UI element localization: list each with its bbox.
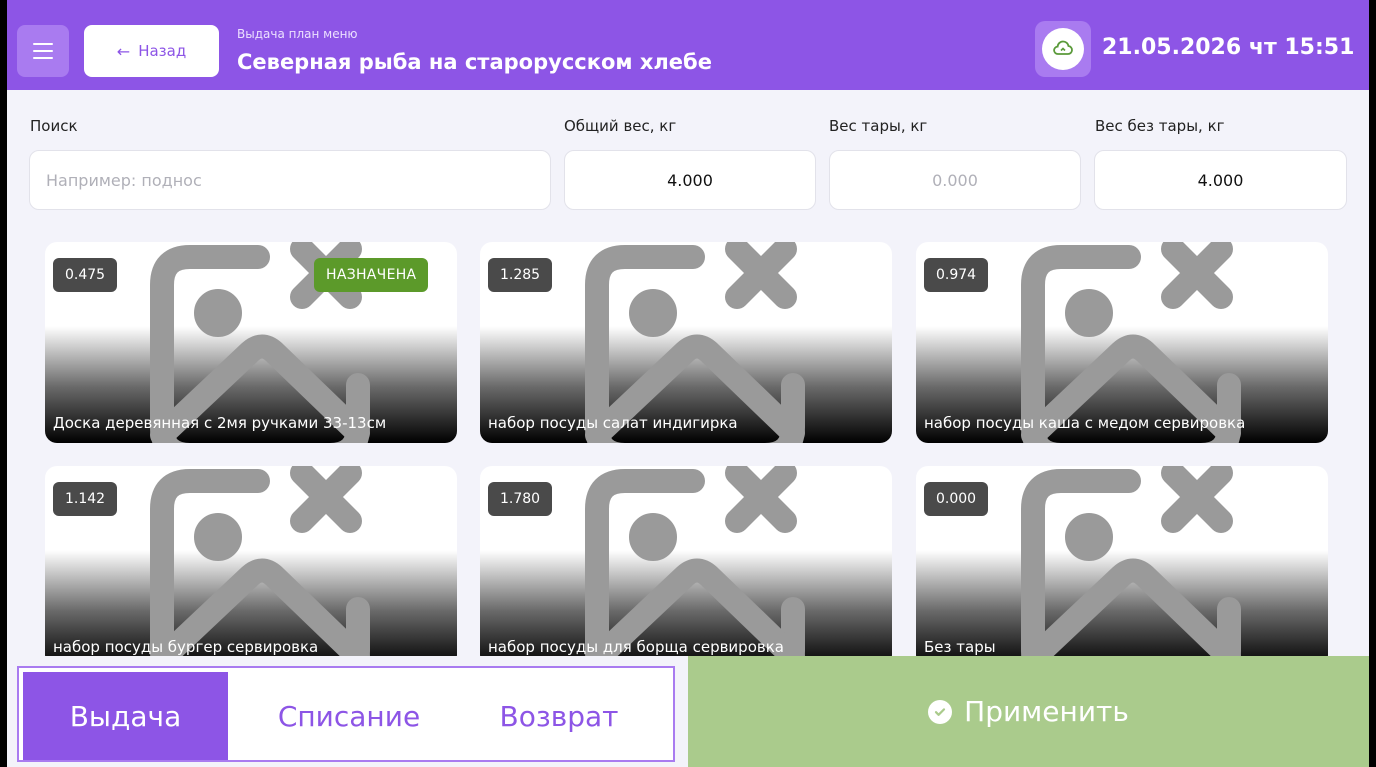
card-name: Без тары xyxy=(924,638,996,656)
tare-card[interactable]: 0.475 НАЗНАЧЕНА Доска деревянная с 2мя р… xyxy=(45,242,457,443)
search-label: Поиск xyxy=(30,117,78,135)
page-subtitle: Выдача план меню xyxy=(237,27,358,41)
assigned-badge: НАЗНАЧЕНА xyxy=(314,258,429,292)
tare-card[interactable]: 1.285 набор посуды салат индигирка xyxy=(480,242,892,443)
card-name: набор посуды салат индигирка xyxy=(488,414,738,432)
tare-weight-value: 0.000 xyxy=(932,170,978,190)
image-placeholder-icon xyxy=(1021,466,1241,667)
check-circle-icon xyxy=(928,699,953,724)
page-title: Северная рыба на старорусском хлебе xyxy=(237,50,712,74)
sync-button[interactable] xyxy=(1035,21,1091,77)
total-weight-field[interactable]: 4.000 xyxy=(564,150,816,210)
tare-card[interactable]: 1.142 набор посуды бургер сервировка xyxy=(45,466,457,667)
hamburger-icon xyxy=(33,43,53,45)
card-weight: 1.285 xyxy=(488,258,553,292)
arrow-left-icon: ← xyxy=(116,41,131,61)
apply-label: Применить xyxy=(964,695,1129,728)
tab-issue[interactable]: Выдача xyxy=(23,672,228,760)
tare-weight-label: Вес тары, кг xyxy=(829,117,928,135)
image-placeholder-icon xyxy=(585,466,805,667)
card-weight: 1.780 xyxy=(488,482,553,516)
card-weight: 0.000 xyxy=(924,482,989,516)
bottom-bar: Выдача Списание Возврат Применить xyxy=(7,656,1369,767)
image-placeholder-icon xyxy=(585,242,805,443)
search-input[interactable] xyxy=(30,151,550,209)
menu-button[interactable] xyxy=(17,25,69,77)
card-weight: 0.974 xyxy=(924,258,989,292)
card-name: Доска деревянная с 2мя ручками 33-13см xyxy=(53,414,387,432)
net-weight-field[interactable]: 4.000 xyxy=(1094,150,1347,210)
tab-writeoff[interactable]: Списание xyxy=(249,672,449,760)
app-frame: ← Назад Выдача план меню Северная рыба н… xyxy=(7,0,1369,767)
tare-weight-field[interactable]: 0.000 xyxy=(829,150,1081,210)
card-weight: 1.142 xyxy=(53,482,118,516)
mode-tabs: Выдача Списание Возврат xyxy=(17,666,675,762)
datetime: 21.05.2026 чт 15:51 xyxy=(1102,35,1355,60)
card-name: набор посуды бургер сервировка xyxy=(53,638,319,656)
header: ← Назад Выдача план меню Северная рыба н… xyxy=(7,0,1369,90)
tare-card[interactable]: 0.000 Без тары xyxy=(916,466,1328,667)
image-placeholder-icon xyxy=(150,466,370,667)
tare-card[interactable]: 0.974 набор посуды каша с медом сервиров… xyxy=(916,242,1328,443)
back-button[interactable]: ← Назад xyxy=(84,25,219,77)
tab-return[interactable]: Возврат xyxy=(459,672,659,760)
search-field[interactable] xyxy=(29,150,551,210)
card-weight: 0.475 xyxy=(53,258,118,292)
card-name: набор посуды для борща сервировка xyxy=(488,638,784,656)
back-label: Назад xyxy=(138,42,187,60)
card-name: набор посуды каша с медом сервировка xyxy=(924,414,1246,432)
cloud-sync-icon xyxy=(1053,40,1073,55)
total-weight-label: Общий вес, кг xyxy=(564,117,677,135)
total-weight-value: 4.000 xyxy=(667,170,713,190)
net-weight-value: 4.000 xyxy=(1197,170,1244,190)
image-placeholder-icon xyxy=(1021,242,1241,443)
net-weight-label: Вес без тары, кг xyxy=(1095,117,1225,135)
apply-button[interactable]: Применить xyxy=(688,656,1369,767)
tare-card[interactable]: 1.780 набор посуды для борща сервировка xyxy=(480,466,892,667)
